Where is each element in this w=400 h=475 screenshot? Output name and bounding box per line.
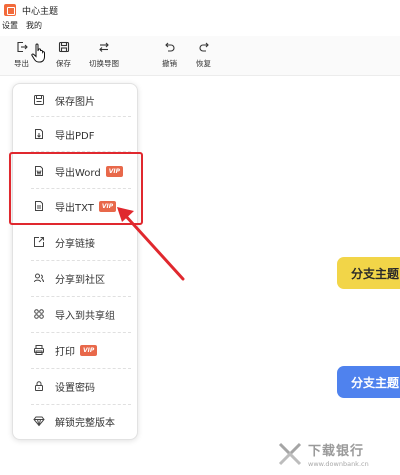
menu-item-import-group[interactable]: 导入到共享组: [13, 299, 139, 329]
branch-topic-node[interactable]: 分支主题: [337, 366, 400, 398]
switch-icon: [97, 40, 111, 54]
menu-item-export-pdf[interactable]: 导出PDF: [13, 119, 139, 149]
menu-mine[interactable]: 我的: [26, 20, 42, 34]
title-bar: 中心主题: [0, 0, 400, 20]
watermark-logo-icon: [278, 442, 302, 466]
menu-item-label: 分享到社区: [55, 274, 105, 286]
menu-item-label: 导出PDF: [55, 130, 95, 142]
hand-cursor-icon: [31, 43, 45, 63]
branch-topic-label: 分支主题: [351, 266, 400, 281]
watermark: 下载银行 www.downbank.cn: [276, 436, 398, 472]
branch-topic-node[interactable]: 分支主题: [337, 257, 400, 289]
unlock-diamond-icon: [33, 415, 45, 427]
export-label: 导出: [14, 59, 29, 68]
menu-item-label: 设置密码: [55, 382, 95, 394]
menu-item-set-password[interactable]: 设置密码: [13, 371, 139, 401]
menu-item-save-image[interactable]: 保存图片: [13, 85, 139, 115]
redo-icon: [197, 40, 211, 54]
menu-item-print[interactable]: 打印 VIP: [13, 335, 139, 365]
save-label: 保存: [56, 59, 71, 68]
export-icon: [15, 40, 29, 54]
save-icon: [57, 40, 71, 54]
menu-item-label: 导入到共享组: [55, 310, 115, 322]
pdf-file-icon: [33, 128, 45, 140]
export-button[interactable]: 导出: [14, 40, 29, 69]
menu-item-label: 保存图片: [55, 96, 95, 108]
print-icon: [33, 344, 45, 356]
watermark-text: 下载银行: [308, 444, 365, 459]
app-logo-icon: [4, 4, 16, 16]
branch-topic-label: 分支主题: [351, 375, 400, 390]
app-title: 中心主题: [22, 6, 59, 17]
menu-settings[interactable]: 设置: [2, 20, 18, 34]
menu-item-share-community[interactable]: 分享到社区: [13, 263, 139, 293]
save-button[interactable]: 保存: [56, 40, 71, 69]
share-link-icon: [33, 236, 45, 248]
menu-item-share-link[interactable]: 分享链接: [13, 227, 139, 257]
menu-item-label: 打印: [55, 346, 75, 358]
undo-label: 撤销: [162, 59, 177, 68]
community-icon: [33, 272, 45, 284]
redo-label: 恢复: [196, 59, 211, 68]
undo-button[interactable]: 撤销: [162, 40, 177, 69]
menu-item-label: 分享链接: [55, 238, 95, 250]
group-icon: [33, 308, 45, 320]
toolbar: 导出 保存 切换导图 撤销 恢复: [0, 36, 400, 76]
menu-item-label: 解锁完整版本: [55, 417, 115, 429]
lock-icon: [33, 380, 45, 392]
redo-button[interactable]: 恢复: [196, 40, 211, 69]
export-dropdown-menu: 保存图片 导出PDF 导出Word VIP 导出TXT VIP 分享链接 分享到…: [12, 83, 138, 440]
undo-icon: [163, 40, 177, 54]
vip-badge: VIP: [80, 344, 98, 356]
image-icon: [33, 94, 45, 106]
menu-bar: 设置 我的: [0, 20, 48, 34]
switch-map-label: 切换导图: [89, 59, 119, 68]
switch-map-button[interactable]: 切换导图: [89, 40, 119, 69]
watermark-url: www.downbank.cn: [308, 460, 369, 468]
menu-item-unlock-full-version[interactable]: 解锁完整版本: [13, 406, 139, 436]
highlight-box: [9, 152, 143, 225]
